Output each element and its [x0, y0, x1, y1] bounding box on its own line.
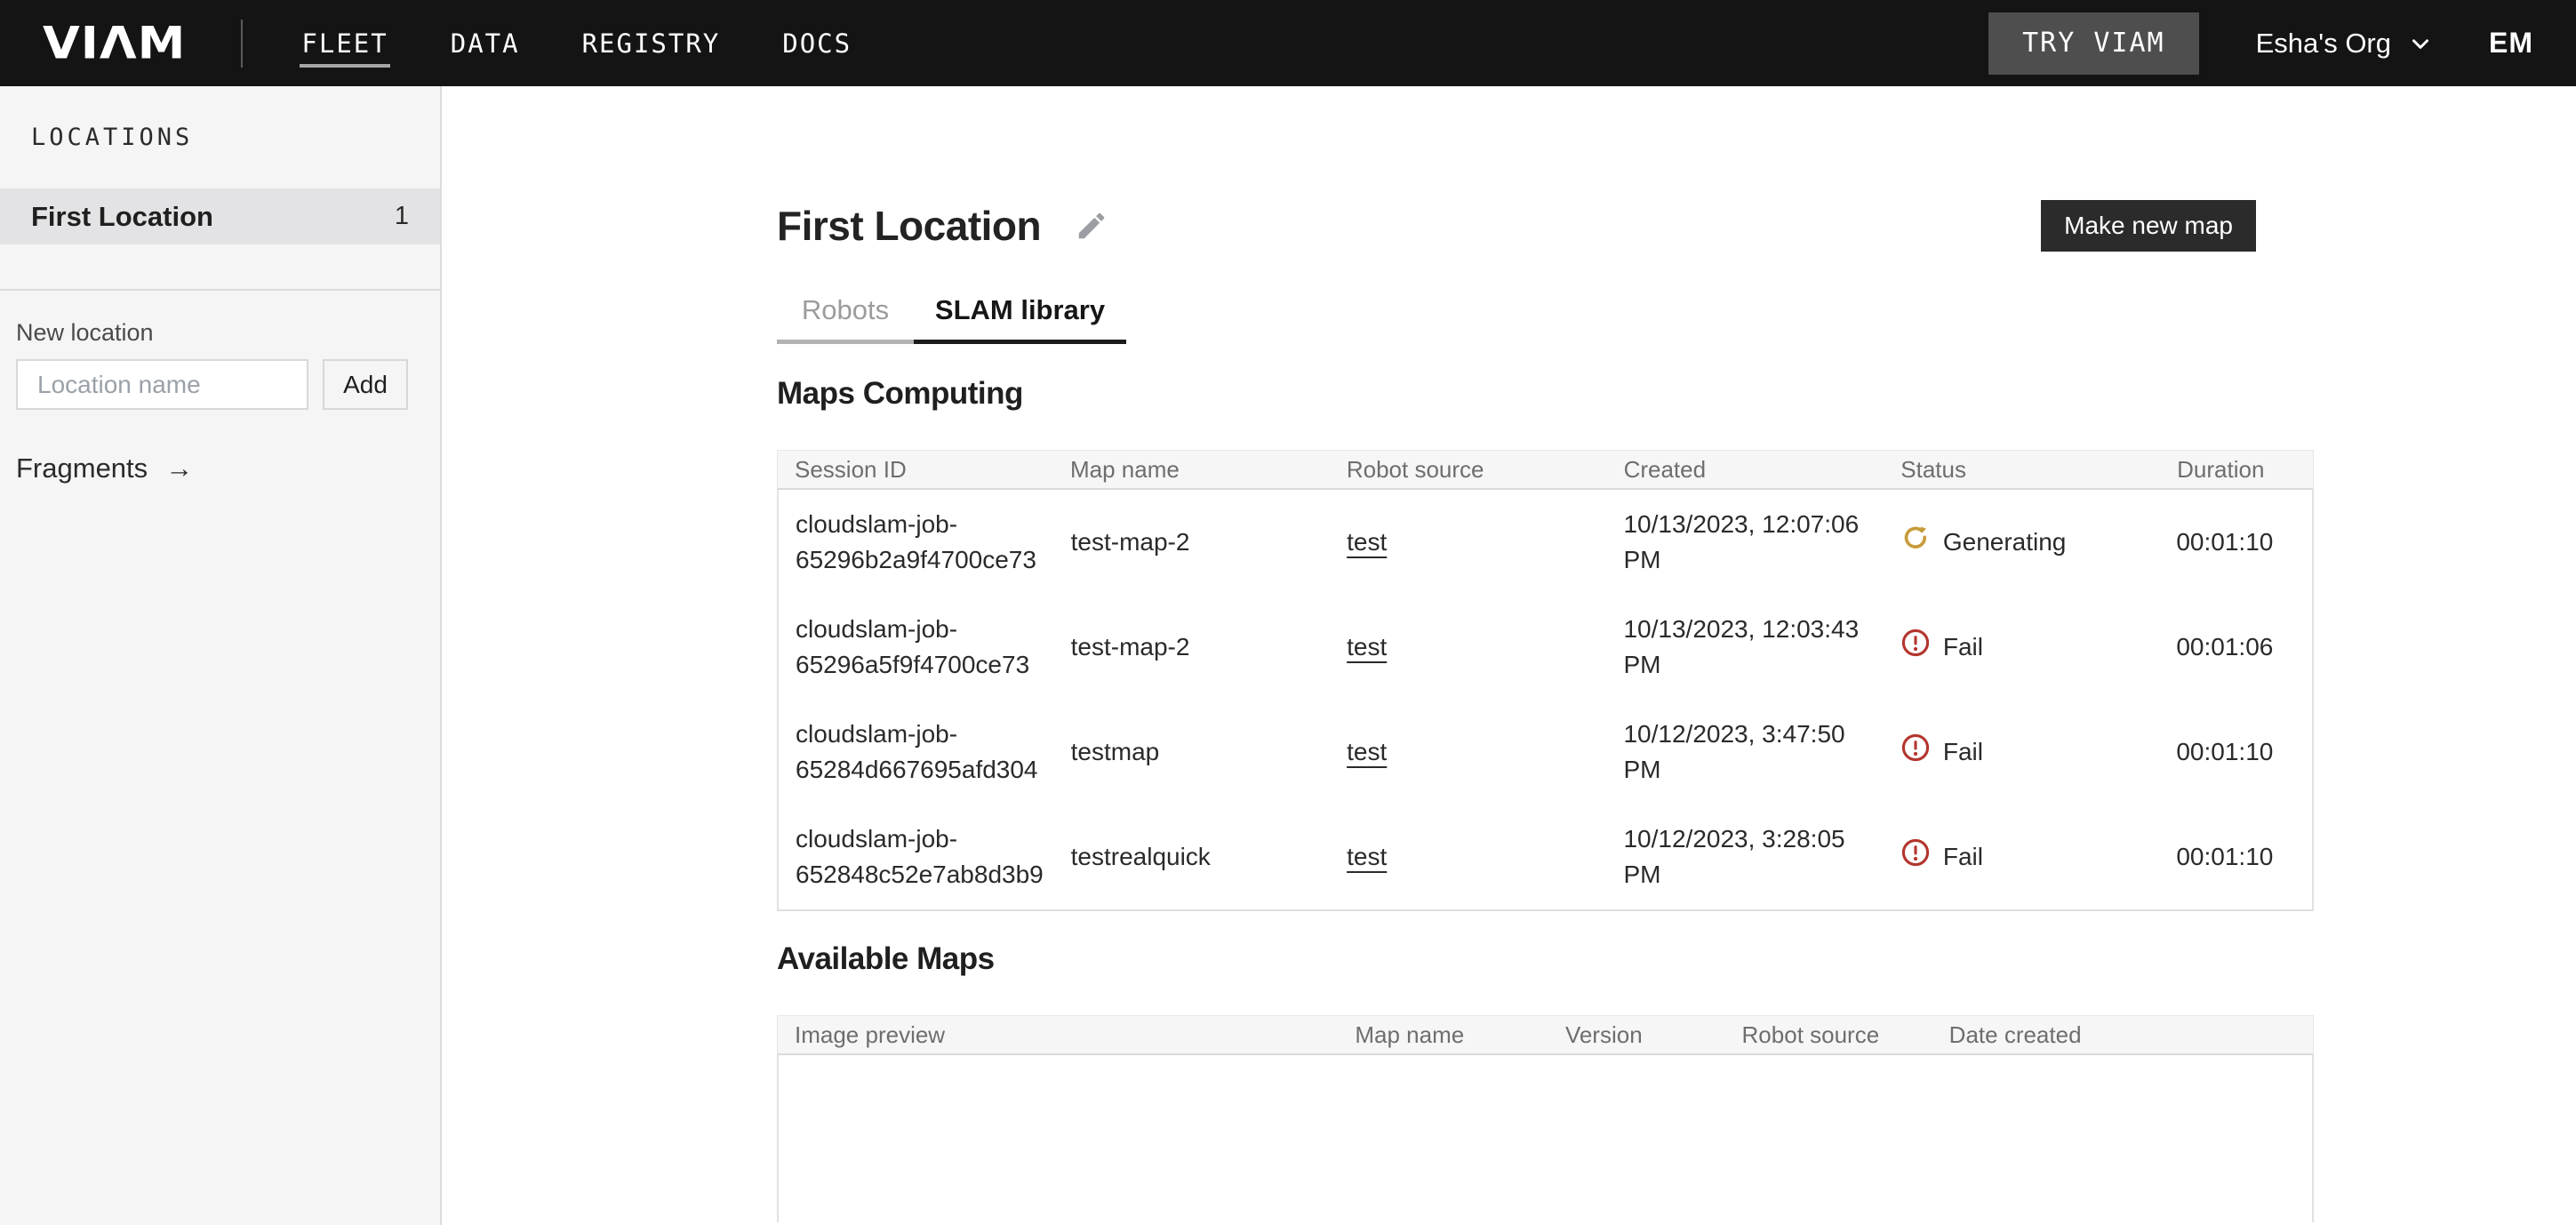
status-cell: Generating — [1884, 523, 2160, 563]
created-cell: 10/12/2023, 3:28:05 PM — [1606, 821, 1883, 893]
available-maps-body — [777, 1055, 2314, 1222]
maps-computing-header-row: Session ID Map name Robot source Created… — [777, 450, 2314, 490]
column-header-image-preview: Image preview — [778, 1021, 1338, 1049]
nav-divider — [241, 20, 243, 68]
sidebar-item-first-location[interactable]: First Location 1 — [0, 188, 440, 244]
column-header-duration: Duration — [2160, 456, 2313, 484]
column-header-map-name: Map name — [1053, 456, 1330, 484]
status-label: Fail — [1943, 629, 1983, 665]
edit-location-name-icon[interactable] — [1075, 209, 1108, 243]
user-initials[interactable]: EM — [2489, 27, 2533, 60]
new-location-label: New location — [16, 319, 440, 347]
duration-cell: 00:01:06 — [2159, 629, 2312, 665]
robot-source-link[interactable]: test — [1347, 633, 1387, 661]
column-header-version: Version — [1548, 1021, 1725, 1049]
arrow-right-icon: → — [165, 452, 193, 484]
status-cell: Fail — [1884, 837, 2160, 877]
main-content: First Location Make new map Robots SLAM … — [442, 86, 2576, 1225]
nav-link-docs[interactable]: DOCS — [782, 0, 852, 86]
nav-links: FLEET DATA REGISTRY DOCS — [301, 0, 852, 86]
robot-source-link[interactable]: test — [1347, 843, 1387, 870]
status-cell: Fail — [1884, 628, 2160, 668]
sidebar-divider — [0, 289, 440, 291]
session-id-cell: cloudslam-job-65296a5f9f4700ce73 — [779, 612, 1054, 683]
nav-link-data[interactable]: DATA — [451, 0, 520, 86]
created-cell: 10/12/2023, 3:47:50 PM — [1606, 717, 1883, 788]
column-header-robot-source: Robot source — [1330, 456, 1607, 484]
tab-bar: Robots SLAM library — [777, 294, 2576, 344]
created-cell: 10/13/2023, 12:03:43 PM — [1606, 612, 1883, 683]
created-cell: 10/13/2023, 12:07:06 PM — [1606, 507, 1883, 578]
robot-source-link[interactable]: test — [1347, 528, 1387, 556]
column-header-robot-source: Robot source — [1725, 1021, 1932, 1049]
fail-icon — [1900, 628, 1931, 668]
duration-cell: 00:01:10 — [2159, 839, 2312, 875]
fail-icon — [1900, 733, 1931, 773]
robot-source-cell: test — [1330, 524, 1606, 560]
status-label: Generating — [1943, 524, 2067, 560]
org-switcher[interactable]: Esha's Org — [2256, 28, 2434, 60]
session-id-cell: cloudslam-job-652848c52e7ab8d3b9 — [779, 821, 1054, 893]
viam-app: VIΛM FLEET DATA REGISTRY DOCS TRY VIAM E… — [0, 0, 2576, 1225]
location-name: First Location — [31, 201, 213, 233]
viam-logo[interactable]: VIΛM — [43, 18, 186, 69]
available-maps-table: Image preview Map name Version Robot sou… — [777, 1015, 2314, 1222]
add-location-button[interactable]: Add — [323, 359, 408, 410]
nav-right: TRY VIAM Esha's Org EM — [1988, 12, 2533, 75]
table-row: cloudslam-job-652848c52e7ab8d3b9 testrea… — [779, 805, 2312, 909]
chevron-down-icon — [2407, 30, 2434, 57]
status-label: Fail — [1943, 839, 1983, 875]
available-maps-title: Available Maps — [777, 941, 2576, 977]
table-row: cloudslam-job-65284d667695afd304 testmap… — [779, 700, 2312, 805]
table-row: cloudslam-job-65296b2a9f4700ce73 test-ma… — [779, 490, 2312, 595]
column-header-created: Created — [1607, 456, 1884, 484]
nav-link-registry[interactable]: REGISTRY — [582, 0, 721, 86]
maps-computing-body: cloudslam-job-65296b2a9f4700ce73 test-ma… — [777, 490, 2314, 911]
robot-source-cell: test — [1330, 839, 1606, 875]
location-name-input[interactable] — [16, 359, 308, 410]
map-name-cell: test-map-2 — [1054, 524, 1331, 560]
locations-sidebar: LOCATIONS First Location 1 New location … — [0, 86, 442, 1225]
make-new-map-button[interactable]: Make new map — [2041, 200, 2256, 252]
new-location-form: Add — [16, 359, 424, 410]
nav-link-fleet[interactable]: FLEET — [301, 0, 388, 86]
session-id-cell: cloudslam-job-65296b2a9f4700ce73 — [779, 507, 1054, 578]
column-header-date-created: Date created — [1932, 1021, 2313, 1049]
maps-computing-table: Session ID Map name Robot source Created… — [777, 450, 2314, 911]
column-header-session-id: Session ID — [778, 456, 1053, 484]
available-maps-header-row: Image preview Map name Version Robot sou… — [777, 1015, 2314, 1055]
fail-icon — [1900, 837, 1931, 877]
map-name-cell: testmap — [1054, 734, 1331, 770]
tab-robots[interactable]: Robots — [777, 294, 914, 344]
generating-spinner-icon — [1900, 523, 1931, 563]
maps-computing-title: Maps Computing — [777, 376, 2576, 412]
robot-source-cell: test — [1330, 629, 1606, 665]
top-nav: VIΛM FLEET DATA REGISTRY DOCS TRY VIAM E… — [0, 0, 2576, 86]
page-title: First Location — [777, 202, 1041, 250]
tab-slam-library[interactable]: SLAM library — [914, 294, 1126, 344]
page-header: First Location Make new map — [777, 200, 2314, 252]
fragments-label: Fragments — [16, 452, 148, 484]
status-cell: Fail — [1884, 733, 2160, 773]
column-header-status: Status — [1884, 456, 2160, 484]
status-label: Fail — [1943, 734, 1983, 770]
map-name-cell: testrealquick — [1054, 839, 1331, 875]
duration-cell: 00:01:10 — [2159, 524, 2312, 560]
column-header-map-name: Map name — [1338, 1021, 1548, 1049]
org-name: Esha's Org — [2256, 28, 2391, 60]
location-count-badge: 1 — [395, 202, 409, 231]
robot-source-cell: test — [1330, 734, 1606, 770]
robot-source-link[interactable]: test — [1347, 738, 1387, 765]
try-viam-button[interactable]: TRY VIAM — [1988, 12, 2199, 75]
session-id-cell: cloudslam-job-65284d667695afd304 — [779, 717, 1054, 788]
duration-cell: 00:01:10 — [2159, 734, 2312, 770]
table-row: cloudslam-job-65296a5f9f4700ce73 test-ma… — [779, 595, 2312, 700]
map-name-cell: test-map-2 — [1054, 629, 1331, 665]
sidebar-title: LOCATIONS — [0, 86, 440, 151]
fragments-link[interactable]: Fragments → — [16, 452, 440, 484]
